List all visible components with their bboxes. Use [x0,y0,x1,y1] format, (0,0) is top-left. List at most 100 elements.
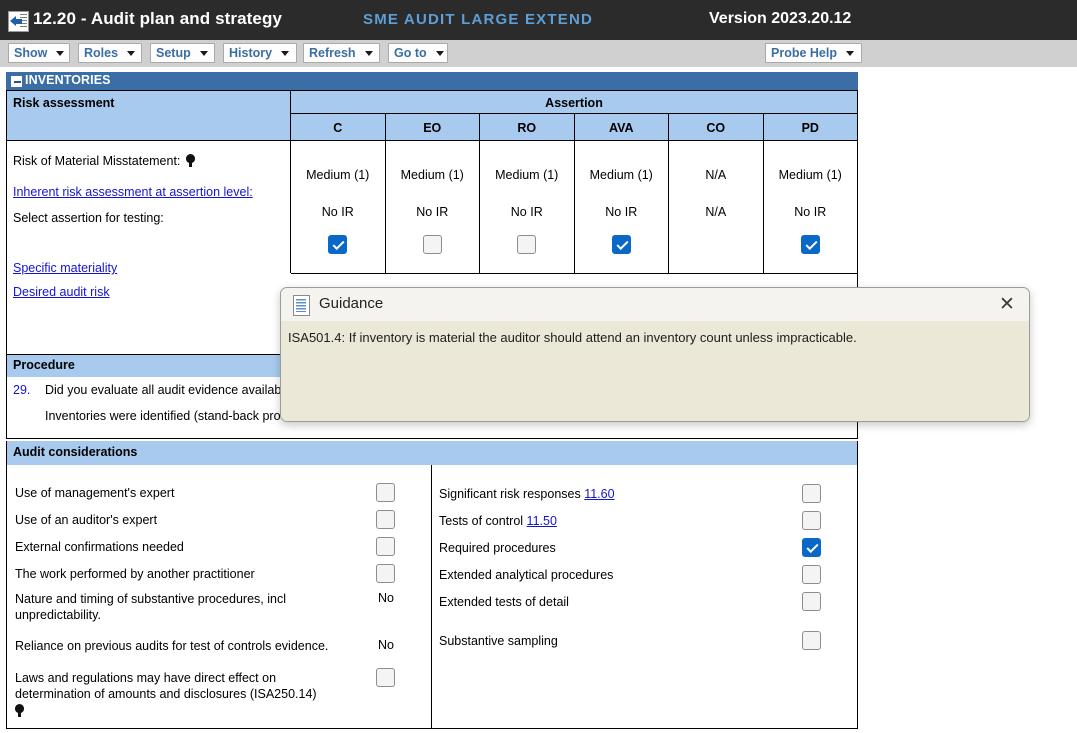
chevron-down-icon [199,50,208,56]
toolbar-button-label: Go to [394,46,427,60]
rmm-value: Medium (1) [495,168,559,182]
toolbar-button-show[interactable]: Show [8,43,70,63]
assertion-column-pd: PD [762,114,858,141]
inherent-risk-link[interactable]: Inherent risk assessment at assertion le… [13,185,253,199]
close-icon[interactable]: ✕ [997,295,1017,316]
lightbulb-icon [15,704,24,717]
audit-consideration-label: Substantive sampling [439,634,558,648]
assertion-checkbox-pd[interactable] [800,235,820,254]
audit-consideration-label: Use of management's expert [15,486,175,500]
audit-consideration-label: External confirmations needed [15,540,184,554]
audit-consideration-checkbox[interactable] [376,483,395,502]
inherent-risk-value: No IR [416,205,449,219]
chevron-down-icon [56,50,65,56]
inherent-risk-value: No IR [794,205,827,219]
assertion-cell-ava: Medium (1) No IR [573,141,669,273]
column-divider [431,465,432,729]
assertion-checkbox-ro[interactable] [517,235,537,254]
assertion-checkbox-wrap [764,235,858,259]
toolbar-button-label: Show [14,46,48,60]
assertion-cell-ro: Medium (1) No IR [479,141,574,273]
toolbar-button-history[interactable]: History [223,43,297,63]
assertion-cell-co: N/A N/A [668,141,763,273]
assertion-checkbox-ava[interactable] [611,235,631,254]
assertion-cell-eo: Medium (1) No IR [384,141,480,273]
desired-audit-risk-link[interactable]: Desired audit risk [13,285,110,299]
assertion-label: Assertion [545,95,603,110]
risk-assessment-header-cell: Risk assessment [7,91,291,141]
assertion-checkbox-wrap [480,235,574,259]
toolbar-button-probe-help[interactable]: Probe Help [765,43,862,63]
guidance-dialog-body: ISA501.4: If inventory is material the a… [281,321,1029,421]
assertion-checkbox-eo[interactable] [422,235,442,254]
inherent-risk-value: No IR [510,205,543,219]
guidance-dialog: Guidance ✕ ISA501.4: If inventory is mat… [280,287,1030,422]
toolbar-button-label: History [229,46,273,60]
toolbar-button-label: Probe Help [771,46,837,60]
profile-label: SME AUDIT LARGE EXTEND [363,11,594,28]
audit-consideration-label: Tests of control 11.50 [439,514,557,528]
audit-consideration-checkbox[interactable] [802,511,821,530]
rmm-value: Medium (1) [589,168,653,182]
toolbar-button-label: Roles [84,46,119,60]
minus-icon[interactable] [11,76,22,87]
guidance-dialog-header: Guidance ✕ [281,288,1029,322]
audit-consideration-checkbox[interactable] [376,537,395,556]
toolbar-button-refresh[interactable]: Refresh [303,43,380,63]
chevron-down-icon [281,50,290,56]
inherent-risk-value: No IR [321,205,354,219]
risk-assessment-label: Risk assessment [13,96,115,110]
procedure-label: Procedure [13,358,75,372]
section-title: INVENTORIES [25,73,111,87]
rmm-value: Medium (1) [778,168,842,182]
reference-link[interactable]: 11.50 [527,514,557,528]
toolbar-button-roles[interactable]: Roles [78,43,142,63]
audit-consideration-label: Reliance on previous audits for test of … [15,639,329,653]
assertion-checkbox-c[interactable] [328,235,348,254]
assertion-column-headers: C EO RO AVA CO PD [291,114,857,141]
audit-considerations-label: Audit considerations [13,445,138,459]
procedure-line-1: Did you evaluate all audit evidence avai… [45,383,291,397]
guidance-text: ISA501.4: If inventory is material the a… [288,330,857,345]
chevron-down-icon [127,50,136,56]
procedure-number: 29. [13,383,31,397]
row-label-rmm: Risk of Material Misstatement: [13,154,196,168]
assertion-column-co: CO [668,114,763,141]
chevron-down-icon [435,50,444,56]
audit-consideration-checkbox[interactable] [802,592,821,611]
toolbar-button-setup[interactable]: Setup [150,43,215,63]
audit-consideration-label: Use of an auditor's expert [15,513,158,527]
back-page-icon [8,11,29,32]
audit-consideration-checkbox[interactable] [802,631,821,650]
assertion-values-grid: Medium (1) No IR Medium (1) No IR Medium (1)… [291,141,857,273]
chevron-down-icon [846,50,854,56]
assertion-column-ava: AVA [573,114,669,141]
inherent-risk-value: No IR [605,205,638,219]
assertion-cell-pd: Medium (1) No IR [762,141,858,273]
assertion-column-c: C [333,120,343,135]
chevron-down-icon [364,50,373,56]
audit-consideration-checkbox[interactable] [376,564,395,583]
audit-consideration-checkbox[interactable] [802,538,821,557]
reference-link[interactable]: 11.60 [584,487,614,501]
assertion-checkbox-wrap [386,235,480,259]
audit-consideration-checkbox[interactable] [802,484,821,503]
rmm-value: Medium (1) [306,168,370,182]
audit-consideration-label: Required procedures [439,541,556,555]
assertion-column-ro: RO [479,114,574,141]
guidance-dialog-title: Guidance [319,295,384,312]
risk-left-body: Risk of Material Misstatement: Inherent … [7,141,291,354]
audit-consideration-checkbox[interactable] [802,565,821,584]
toolbar-button-go-to[interactable]: Go to [388,43,448,63]
window-title-bar: 12.20 - Audit plan and strategy SME AUDI… [0,0,1077,40]
toolbar-button-label: Refresh [309,46,356,60]
audit-consideration-label: Extended analytical procedures [439,568,614,582]
lightbulb-icon [186,154,196,167]
section-header-inventories[interactable]: INVENTORIES [6,72,858,90]
rmm-value: N/A [705,168,727,182]
audit-consideration-checkbox[interactable] [376,668,395,687]
main-toolbar: Show Roles Setup History Refresh Go to Probe H… [0,40,1077,68]
audit-consideration-checkbox[interactable] [376,510,395,529]
specific-materiality-link[interactable]: Specific materiality [13,261,117,275]
audit-consideration-value: No [378,638,394,652]
